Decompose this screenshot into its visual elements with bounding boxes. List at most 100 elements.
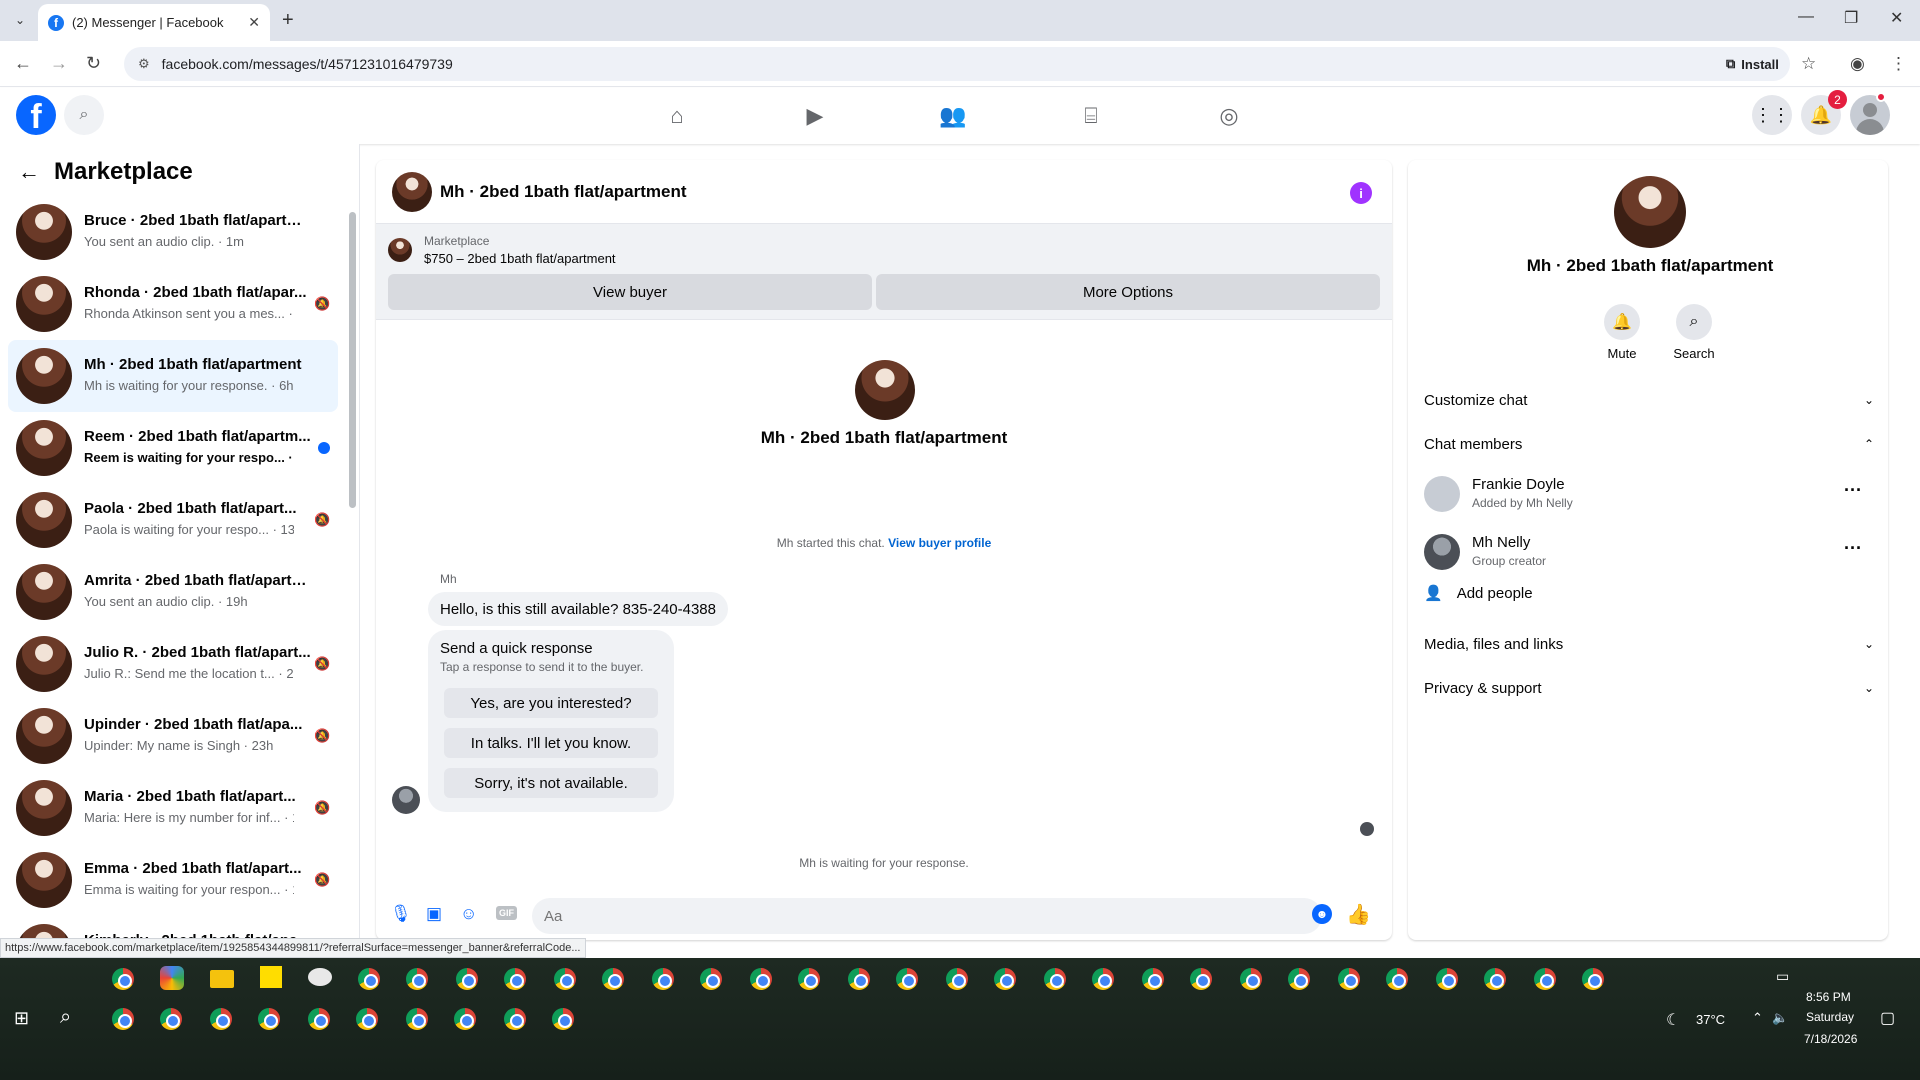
paint-app-icon[interactable] xyxy=(308,968,332,986)
marketplace-icon[interactable]: ⌸ xyxy=(1075,100,1107,132)
chrome-app-icon[interactable] xyxy=(160,1008,182,1030)
weather-temp[interactable]: 37°C xyxy=(1696,1012,1725,1027)
add-people-button[interactable]: 👤 Add people xyxy=(1424,584,1533,603)
chrome-app-icon[interactable] xyxy=(358,968,380,990)
video-icon[interactable]: ▶ xyxy=(799,100,831,132)
chrome-app-icon[interactable] xyxy=(1534,968,1556,990)
clock-day[interactable]: Saturday xyxy=(1806,1010,1854,1024)
chrome-app-icon[interactable] xyxy=(1386,968,1408,990)
chrome-app-icon[interactable] xyxy=(602,968,624,990)
clock-date[interactable]: 7/18/2026 xyxy=(1804,1032,1857,1046)
chat-title[interactable]: Mh · 2bed 1bath flat/apartment xyxy=(440,182,687,202)
notification-center-icon[interactable]: ▢ xyxy=(1880,1008,1895,1028)
chrome-app-icon[interactable] xyxy=(896,968,918,990)
more-options-icon[interactable]: ··· xyxy=(1844,480,1862,501)
conversation-item[interactable]: Emma · 2bed 1bath flat/apart... Emma is w… xyxy=(8,844,338,916)
home-icon[interactable]: ⌂ xyxy=(661,100,693,132)
chrome-app-icon[interactable] xyxy=(1436,968,1458,990)
emoji-icon[interactable]: ☻ xyxy=(1312,904,1332,924)
conversation-item[interactable]: Paola · 2bed 1bath flat/apart... Paola is… xyxy=(8,484,338,556)
chat-thumbnail[interactable] xyxy=(392,172,432,212)
gif-icon[interactable]: GIF xyxy=(496,906,517,920)
profile-icon[interactable]: ◉ xyxy=(1850,54,1865,74)
more-options-icon[interactable]: ··· xyxy=(1844,538,1862,559)
chrome-app-icon[interactable] xyxy=(112,968,134,990)
info-icon[interactable]: i xyxy=(1350,182,1372,204)
address-bar[interactable]: ⚙ facebook.com/messages/t/45712310164797… xyxy=(124,47,1790,81)
chrome-app-icon[interactable] xyxy=(504,968,526,990)
member-item[interactable]: Mh Nelly Group creator ··· xyxy=(1424,528,1874,580)
chrome-app-icon[interactable] xyxy=(1142,968,1164,990)
forward-arrow-icon[interactable]: → xyxy=(50,53,68,74)
chrome-app-icon[interactable] xyxy=(1484,968,1506,990)
listing-price[interactable]: $750 – 2bed 1bath flat/apartment xyxy=(424,251,616,266)
tab-search-chevron-icon[interactable]: ⌄ xyxy=(8,8,32,32)
chrome-app-icon[interactable] xyxy=(652,968,674,990)
more-options-button[interactable]: More Options xyxy=(876,274,1380,310)
chrome-app-icon[interactable] xyxy=(456,968,478,990)
chrome-app-icon[interactable] xyxy=(946,968,968,990)
member-item[interactable]: Frankie Doyle Added by Mh Nelly ··· xyxy=(1424,470,1874,522)
conversation-item-active[interactable]: Mh · 2bed 1bath flat/apartment Mh is wait… xyxy=(8,340,338,412)
tray-tablet-icon[interactable]: ▭ xyxy=(1776,968,1789,985)
conversation-item[interactable]: Amrita · 2bed 1bath flat/apartm... You se… xyxy=(8,556,338,628)
chrome-app-icon[interactable] xyxy=(848,968,870,990)
chrome-app-icon[interactable] xyxy=(356,1008,378,1030)
customize-chat-row[interactable]: Customize chat ⌄ xyxy=(1424,382,1874,418)
search-icon[interactable]: ⌕ xyxy=(64,95,104,135)
chrome-app-icon[interactable] xyxy=(406,1008,428,1030)
privacy-support-row[interactable]: Privacy & support ⌄ xyxy=(1424,670,1874,706)
chrome-app-icon[interactable] xyxy=(1338,968,1360,990)
microphone-icon[interactable]: 🎙 xyxy=(390,904,412,924)
back-arrow-icon[interactable]: ← xyxy=(14,53,32,74)
chrome-app-icon[interactable] xyxy=(112,1008,134,1030)
tray-chevron-up-icon[interactable]: ⌃ xyxy=(1752,1010,1763,1026)
chrome-app-icon[interactable] xyxy=(1582,968,1604,990)
chrome-app-icon[interactable] xyxy=(700,968,722,990)
chat-members-row[interactable]: Chat members ⌃ xyxy=(1424,426,1874,462)
media-files-row[interactable]: Media, files and links ⌄ xyxy=(1424,626,1874,662)
chrome-app-icon[interactable] xyxy=(454,1008,476,1030)
conversation-item[interactable]: Julio R. · 2bed 1bath flat/apart... Julio… xyxy=(8,628,338,700)
sticky-notes-icon[interactable] xyxy=(260,966,282,988)
conversation-item[interactable]: Rhonda · 2bed 1bath flat/apar... Rhonda A… xyxy=(8,268,338,340)
back-arrow-icon[interactable]: ← xyxy=(18,159,40,185)
reload-icon[interactable]: ↻ xyxy=(86,53,101,74)
view-buyer-profile-link[interactable]: View buyer profile xyxy=(888,536,991,550)
minimize-icon[interactable]: — xyxy=(1798,8,1814,26)
site-info-icon[interactable]: ⚙ xyxy=(138,56,150,72)
chrome-app-icon[interactable] xyxy=(750,968,772,990)
quick-reply-button[interactable]: Yes, are you interested? xyxy=(444,688,658,718)
windows-start-icon[interactable]: ⊞ xyxy=(14,1008,29,1029)
gaming-icon[interactable]: ◎ xyxy=(1213,100,1245,132)
chrome-app-icon[interactable] xyxy=(554,968,576,990)
chrome-app-icon[interactable] xyxy=(1190,968,1212,990)
facebook-logo-icon[interactable]: f xyxy=(16,95,56,135)
quick-reply-button[interactable]: Sorry, it's not available. xyxy=(444,768,658,798)
thumbs-up-icon[interactable]: 👍 xyxy=(1346,902,1371,927)
copilot-app-icon[interactable] xyxy=(160,966,184,990)
chrome-app-icon[interactable] xyxy=(1288,968,1310,990)
chrome-app-icon[interactable] xyxy=(258,1008,280,1030)
restore-icon[interactable]: ❐ xyxy=(1844,8,1858,28)
conversation-item[interactable]: Maria · 2bed 1bath flat/apart... Maria: H… xyxy=(8,772,338,844)
message-input[interactable] xyxy=(532,898,1322,934)
sidebar-scrollbar[interactable] xyxy=(349,212,356,508)
browser-menu-icon[interactable]: ⋮ xyxy=(1890,54,1907,74)
view-buyer-button[interactable]: View buyer xyxy=(388,274,872,310)
install-app-button[interactable]: ⧉ Install xyxy=(1718,52,1787,76)
sticker-icon[interactable]: ☺ xyxy=(460,904,477,924)
chrome-app-icon[interactable] xyxy=(1240,968,1262,990)
chrome-app-icon[interactable] xyxy=(552,1008,574,1030)
chrome-app-icon[interactable] xyxy=(994,968,1016,990)
search-action[interactable]: ⌕ Search xyxy=(1664,304,1724,361)
quick-reply-button[interactable]: In talks. I'll let you know. xyxy=(444,728,658,758)
bookmark-star-icon[interactable]: ☆ xyxy=(1801,54,1816,74)
close-window-icon[interactable]: ✕ xyxy=(1890,8,1903,28)
menu-grid-icon[interactable]: ⋮⋮ xyxy=(1752,95,1792,135)
chrome-app-icon[interactable] xyxy=(504,1008,526,1030)
chrome-app-icon[interactable] xyxy=(308,1008,330,1030)
speaker-icon[interactable]: 🔈 xyxy=(1772,1010,1788,1026)
conversation-item[interactable]: Upinder · 2bed 1bath flat/apa... Upinder:… xyxy=(8,700,338,772)
clock-time[interactable]: 8:56 PM xyxy=(1806,990,1851,1004)
